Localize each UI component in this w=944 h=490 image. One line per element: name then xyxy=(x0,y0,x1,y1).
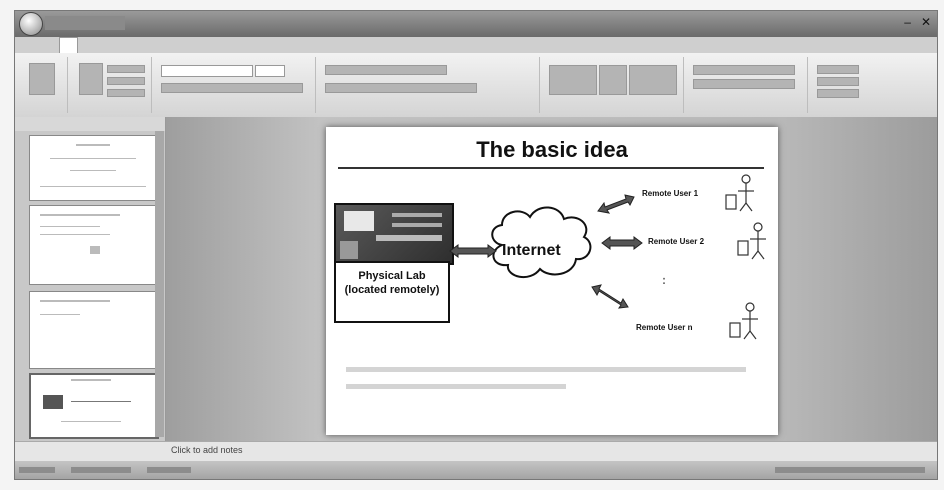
notes-placeholder[interactable]: Click to add notes xyxy=(171,445,243,455)
list-buttons[interactable] xyxy=(325,65,447,75)
slide-thumbnail-3[interactable] xyxy=(29,291,157,369)
tab-design[interactable] xyxy=(125,37,146,53)
minimize-icon[interactable]: – xyxy=(904,15,911,29)
powerpoint-window: – ✕ The basic idea Physical Lab (located… xyxy=(14,10,938,480)
ribbon-group-slides xyxy=(71,57,152,113)
ribbon-group-paragraph xyxy=(319,57,540,113)
office-button-icon[interactable] xyxy=(19,12,43,36)
lab-photo xyxy=(334,203,454,265)
remote-user-n-label: Remote User n xyxy=(636,323,693,332)
internet-label: Internet xyxy=(502,242,561,259)
tab-insert[interactable] xyxy=(92,37,111,53)
ribbon-group-clipboard xyxy=(19,57,68,113)
tab-animations[interactable] xyxy=(160,37,186,53)
caption-line-2 xyxy=(346,384,566,389)
physical-lab-label: Physical Lab (located remotely) xyxy=(334,261,450,323)
slide-thumbnail-2[interactable] xyxy=(29,205,157,285)
remote-user-1-label: Remote User 1 xyxy=(642,189,699,198)
quick-styles-icon[interactable] xyxy=(629,65,677,95)
window-controls: – ✕ xyxy=(904,15,931,29)
shapes-gallery[interactable] xyxy=(549,65,597,95)
notes-pane[interactable]: Click to add notes xyxy=(15,441,937,462)
status-bar xyxy=(15,461,937,479)
font-format-buttons[interactable] xyxy=(161,83,303,93)
tab-slide-show[interactable] xyxy=(200,37,226,53)
ribbon xyxy=(15,53,937,118)
arrange-icon[interactable] xyxy=(599,65,627,95)
slide-editor: The basic idea Physical Lab (located rem… xyxy=(166,117,937,441)
shape-fill-button[interactable] xyxy=(693,65,795,75)
font-name-select[interactable] xyxy=(161,65,253,77)
status-language xyxy=(147,467,191,473)
replace-button[interactable] xyxy=(817,77,859,86)
slides-pane-scrollbar[interactable] xyxy=(155,131,164,437)
title-bar: – ✕ xyxy=(15,11,937,37)
align-buttons[interactable] xyxy=(325,83,477,93)
zoom-controls[interactable] xyxy=(775,467,925,473)
paste-icon[interactable] xyxy=(29,63,55,95)
slide-title[interactable]: The basic idea xyxy=(326,137,778,163)
tab-slides[interactable] xyxy=(21,117,29,131)
reset-button[interactable] xyxy=(107,77,145,85)
remote-user-2-label: Remote User 2 xyxy=(648,237,705,246)
ribbon-group-shape-format xyxy=(687,57,808,113)
internet-usern-arrow xyxy=(591,284,629,309)
slide-thumbnail-1[interactable] xyxy=(29,135,157,201)
shape-outline-button[interactable] xyxy=(693,79,795,89)
ribbon-group-editing xyxy=(811,57,871,113)
close-icon[interactable]: ✕ xyxy=(921,15,931,29)
lab-internet-arrow xyxy=(449,244,497,258)
quick-access-toolbar[interactable] xyxy=(45,16,125,30)
title-underline xyxy=(338,167,764,169)
font-size-select[interactable] xyxy=(255,65,285,77)
find-button[interactable] xyxy=(817,65,859,74)
select-button[interactable] xyxy=(817,89,859,98)
user-n-icon xyxy=(729,302,758,340)
tab-review[interactable] xyxy=(240,37,261,53)
ribbon-group-drawing xyxy=(543,57,684,113)
user-ellipsis: : xyxy=(662,273,666,287)
caption-line-1 xyxy=(346,367,746,372)
internet-user2-arrow xyxy=(601,236,643,250)
internet-user1-arrow xyxy=(597,194,635,214)
slide-caption-blurred xyxy=(346,361,758,389)
delete-button[interactable] xyxy=(107,89,145,97)
status-slide-counter xyxy=(19,467,55,473)
tab-outline[interactable] xyxy=(35,117,45,131)
layout-button[interactable] xyxy=(107,65,145,73)
tab-home[interactable] xyxy=(59,37,78,53)
slide-canvas[interactable]: The basic idea Physical Lab (located rem… xyxy=(326,127,778,435)
pane-tabs xyxy=(15,117,165,131)
user-1-icon xyxy=(725,174,754,212)
status-theme xyxy=(71,467,131,473)
user-2-icon xyxy=(737,222,766,260)
ribbon-group-font xyxy=(155,57,316,113)
slide-thumbnail-4-selected[interactable] xyxy=(29,373,159,439)
new-slide-icon[interactable] xyxy=(79,63,103,95)
slides-pane xyxy=(15,117,166,441)
ribbon-tabs xyxy=(15,37,937,53)
tab-view[interactable] xyxy=(275,37,292,53)
